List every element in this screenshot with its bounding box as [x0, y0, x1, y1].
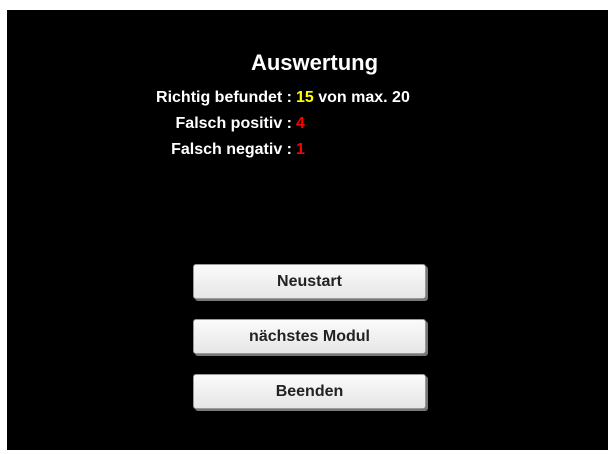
false-positive-row: Falsch positiv : 4 — [7, 114, 607, 134]
correct-label: Richtig befundet : — [156, 89, 292, 106]
correct-max: von max. 20 — [318, 89, 410, 106]
next-module-button[interactable]: nächstes Modul — [193, 319, 426, 354]
correct-value-group: 15 von max. 20 — [296, 88, 410, 108]
correct-row: Richtig befundet : 15 von max. 20 — [7, 88, 607, 108]
quit-button[interactable]: Beenden — [193, 374, 426, 409]
false-negative-label: Falsch negativ : — [171, 141, 292, 158]
results-screen: Auswertung Richtig befundet : 15 von max… — [7, 10, 608, 450]
false-positive-label: Falsch positiv : — [175, 115, 292, 132]
false-negative-row: Falsch negativ : 1 — [7, 140, 607, 160]
restart-button[interactable]: Neustart — [193, 264, 426, 299]
false-positive-count: 4 — [296, 115, 305, 132]
results-title: Auswertung — [250, 50, 379, 75]
false-negative-count: 1 — [296, 141, 305, 158]
correct-count: 15 — [296, 89, 314, 106]
